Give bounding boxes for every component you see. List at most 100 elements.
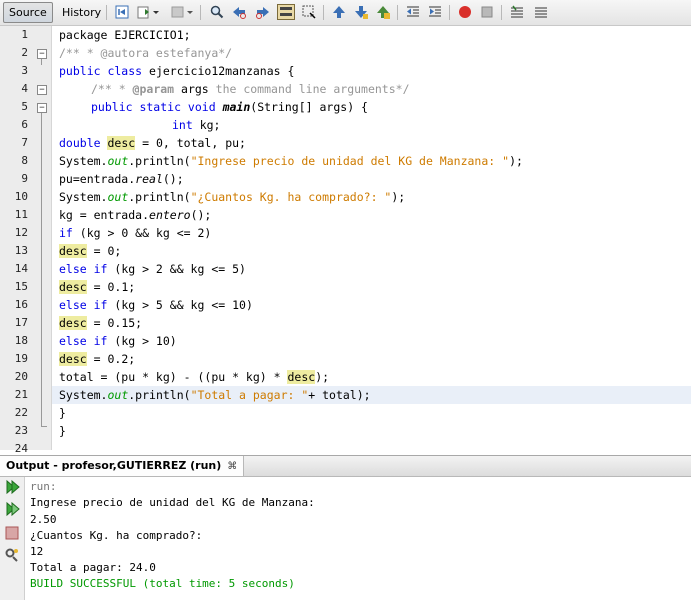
shift-right-icon[interactable] — [427, 4, 443, 20]
toolbar-separator — [200, 5, 201, 20]
line-number: 23 — [14, 424, 28, 437]
record-macro-icon[interactable] — [457, 4, 473, 20]
output-tab[interactable]: Output - profesor,GUTIERREZ (run) ⌘ — [0, 456, 245, 476]
back-icon[interactable] — [114, 4, 130, 20]
line-number: 10 — [14, 190, 28, 203]
line-number: 16 — [14, 298, 28, 311]
rect-select-icon[interactable] — [301, 4, 317, 20]
javadoc-tag: @param — [132, 82, 175, 96]
stop-macro-icon[interactable] — [479, 4, 495, 20]
code-line-7: double desc = 0, total, pu; — [59, 134, 246, 152]
toolbar-separator — [397, 5, 398, 20]
settings-icon[interactable] — [4, 547, 20, 563]
code-text: pu=entrada. — [59, 172, 136, 186]
toolbar-separator — [323, 5, 324, 20]
fold-toggle[interactable]: − — [37, 85, 47, 95]
highlighted-identifier: desc — [287, 370, 316, 384]
code-text: (kg > 10) — [107, 334, 177, 348]
line-number: 7 — [21, 136, 28, 149]
highlighted-identifier: desc — [59, 280, 87, 294]
output-panel-header: Output - profesor,GUTIERREZ (run) ⌘ — [0, 455, 691, 477]
uncomment-icon[interactable] — [533, 4, 549, 20]
keyword: double — [59, 136, 101, 150]
code-text: ); — [315, 370, 330, 384]
source-tab[interactable]: Source — [3, 2, 53, 23]
editor-toolbar: Source History — [0, 0, 691, 26]
keyword: public class — [59, 64, 143, 78]
comment-text: /** * — [91, 82, 133, 96]
highlighted-identifier: desc — [59, 244, 87, 258]
fold-toggle[interactable]: − — [37, 103, 47, 113]
code-line-6: int kg; — [172, 116, 220, 134]
toggle-bookmark-icon[interactable] — [375, 4, 391, 20]
toggle-highlight-icon[interactable] — [277, 4, 295, 20]
code-text: (kg > 0 && kg <= 2) — [72, 226, 212, 240]
method-name: main — [222, 100, 251, 114]
toolbar-separator — [449, 5, 450, 20]
console-line: run: — [30, 480, 57, 493]
code-line-23: } — [59, 422, 66, 440]
static-method: real — [135, 172, 163, 186]
javadoc-param-name: args — [174, 82, 209, 96]
output-console[interactable]: run: Ingrese precio de unidad del KG de … — [25, 477, 691, 600]
string-literal: "¿Cuantos Kg. ha comprado?: " — [190, 190, 392, 204]
code-text: + total); — [308, 388, 371, 402]
static-field: out — [107, 154, 129, 168]
comment-icon[interactable] — [509, 4, 525, 20]
keyword: public static void — [91, 100, 216, 114]
code-text: (String[] args) { — [250, 100, 368, 114]
rerun-different-icon[interactable] — [4, 501, 20, 517]
code-text: total = (pu * kg) - ((pu * kg) * — [59, 370, 288, 384]
fold-toggle[interactable]: − — [37, 49, 47, 59]
prev-bookmark-icon[interactable] — [331, 4, 347, 20]
code-line-10: System.out.println("¿Cuantos Kg. ha comp… — [59, 188, 405, 206]
line-number: 17 — [14, 316, 28, 329]
code-text: (); — [162, 172, 184, 186]
find-prev-icon[interactable] — [231, 4, 247, 20]
line-number: 22 — [14, 406, 28, 419]
line-number: 5 — [21, 100, 28, 113]
code-line-2: /** * @autora estefanya*/ — [59, 44, 232, 62]
code-text: .println( — [128, 154, 191, 168]
code-line-15: desc = 0.1; — [59, 278, 135, 296]
rerun-icon[interactable] — [4, 479, 20, 495]
keyword: if — [59, 226, 73, 240]
code-line-22: } — [59, 404, 66, 422]
static-field: out — [107, 388, 129, 402]
static-method: entero — [149, 208, 191, 222]
code-text: } — [59, 406, 66, 420]
history-icon[interactable] — [136, 4, 152, 20]
console-line: ¿Cuantos Kg. ha comprado?: — [30, 529, 203, 542]
history-tab[interactable]: History — [56, 2, 107, 23]
keyword: else if — [59, 262, 108, 276]
stop-icon[interactable] — [4, 525, 20, 541]
find-icon[interactable] — [209, 4, 225, 20]
close-icon[interactable]: ⌘ — [227, 461, 237, 472]
console-line: 12 — [30, 545, 44, 558]
highlighted-identifier: desc — [59, 352, 87, 366]
line-number: 21 — [14, 388, 28, 401]
line-number: 13 — [14, 244, 28, 257]
dropdown-icon[interactable] — [186, 4, 194, 20]
code-line-21: System.out.println("Total a pagar: "+ to… — [59, 386, 371, 404]
line-number: 12 — [14, 226, 28, 239]
console-line: Total a pagar: 24.0 — [30, 561, 156, 574]
line-number: 14 — [14, 262, 28, 275]
output-tab-title: Output - profesor,GUTIERREZ (run) — [6, 459, 222, 472]
line-number: 1 — [21, 28, 28, 41]
shift-left-icon[interactable] — [405, 4, 421, 20]
code-editor[interactable]: 1 2 3 4 5 6 7 8 9 10 11 12 13 14 15 16 1… — [0, 26, 691, 455]
code-line-4: /** * @param args the command line argum… — [91, 80, 410, 98]
code-line-13: desc = 0; — [59, 242, 121, 260]
console-line: Ingrese precio de unidad del KG de Manza… — [30, 496, 315, 509]
code-text: ); — [391, 190, 406, 204]
code-text: System. — [59, 190, 108, 204]
history-dropdown-icon[interactable] — [152, 4, 160, 20]
find-next-icon[interactable] — [255, 4, 271, 20]
line-number: 24 — [14, 442, 28, 455]
highlighted-identifier: desc — [107, 136, 136, 150]
code-line-1: package EJERCICIO1; — [59, 26, 191, 44]
next-bookmark-icon[interactable] — [353, 4, 369, 20]
fold-end — [41, 426, 47, 427]
